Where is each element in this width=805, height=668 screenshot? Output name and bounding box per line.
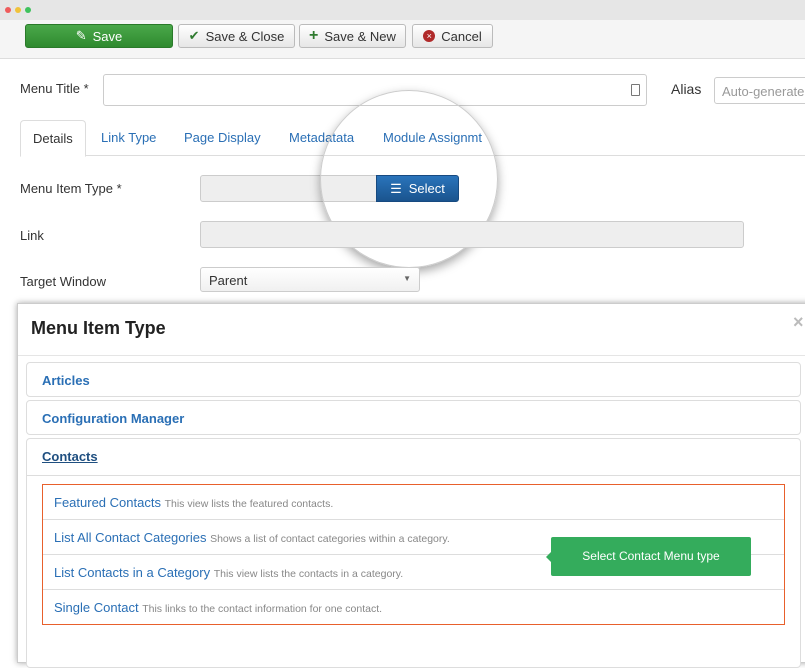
divider [18,355,805,356]
close-window-icon[interactable] [5,7,11,13]
link-field [200,221,744,248]
link-label: Link [20,228,44,243]
save-new-button[interactable]: + Save & New [299,24,406,48]
menu-item-type-modal: Menu Item Type × Articles Configuration … [17,303,805,668]
maximize-window-icon[interactable] [25,7,31,13]
tab-page-display[interactable]: Page Display [184,120,261,156]
group-configuration-manager[interactable]: Configuration Manager [26,400,801,435]
tooltip: Select Contact Menu type [546,537,751,576]
group-articles[interactable]: Articles [26,362,801,397]
menu-title-input[interactable] [103,74,647,106]
contacts-heading[interactable]: Contacts [27,439,800,476]
close-icon[interactable]: × [793,312,804,333]
list-icon: ☰ [390,180,402,196]
edit-icon: ✎ [75,28,87,43]
check-icon: ✔ [188,28,200,43]
menu-title-label: Menu Title * [20,81,89,96]
tab-metadata[interactable]: Metadatata [289,120,354,156]
contact-card-icon [631,84,640,96]
save-button[interactable]: ✎ Save [25,24,173,48]
window-titlebar [0,0,805,20]
target-window-select[interactable]: Parent ▼ [200,267,420,292]
target-window-label: Target Window [20,274,106,289]
tab-bar: Details Link Type Page Display Metadatat… [20,120,805,157]
alias-input[interactable]: Auto-generate [714,77,805,104]
save-close-button[interactable]: ✔ Save & Close [178,24,295,48]
list-item[interactable]: Featured Contacts This view lists the fe… [43,485,784,520]
tab-link-type[interactable]: Link Type [101,120,156,156]
caret-down-icon: ▼ [403,274,411,283]
plus-icon: + [309,27,319,44]
cancel-icon: × [423,30,436,42]
minimize-window-icon[interactable] [15,7,21,13]
tab-module-assignment[interactable]: Module Assignmt [383,120,482,156]
menu-item-type-label: Menu Item Type * [20,181,122,196]
list-item[interactable]: Single Contact This links to the contact… [43,590,784,625]
select-button[interactable]: ☰ Select [376,175,459,202]
cancel-button[interactable]: × Cancel [412,24,493,48]
modal-title: Menu Item Type [31,318,166,338]
alias-label: Alias [671,81,702,97]
menu-item-type-field [200,175,377,202]
tab-details[interactable]: Details [20,120,86,157]
toolbar: ✎ Save ✔ Save & Close + Save & New × Cancel [0,20,805,59]
